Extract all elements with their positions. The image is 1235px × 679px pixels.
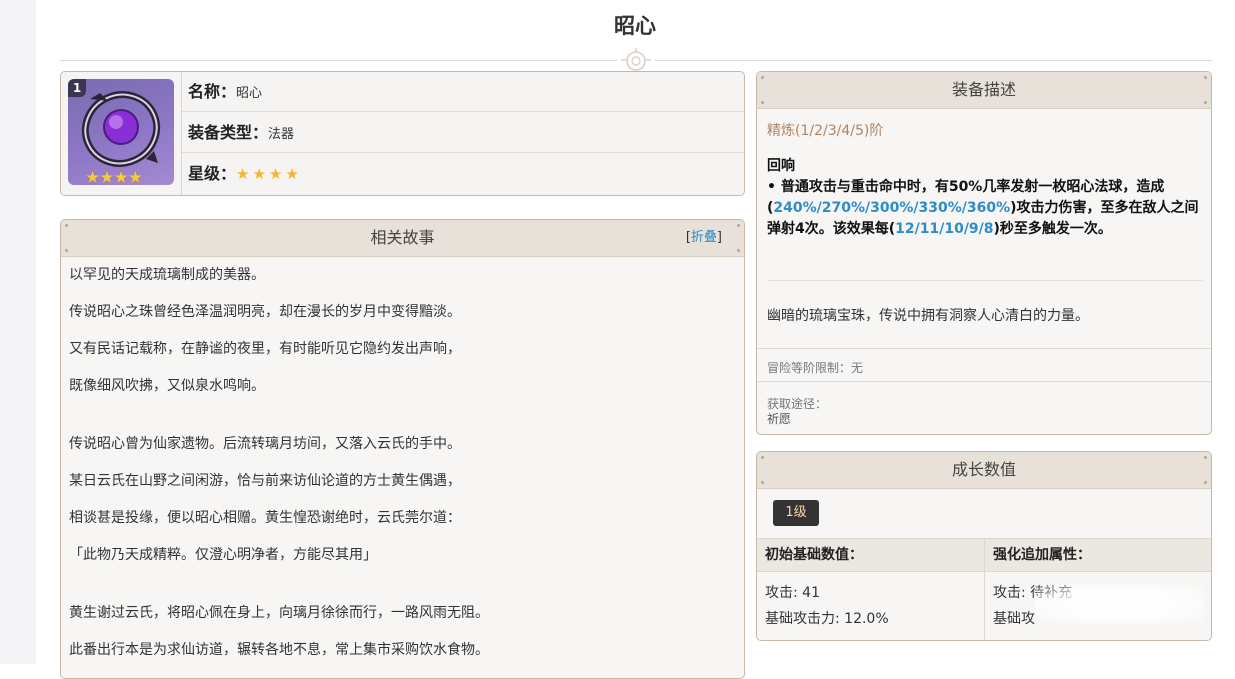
story-body: 以罕见的天成琉璃制成的美器。传说昭心之珠曾经色泽温润明亮，却在漫长的岁月中变得黯… (61, 257, 744, 660)
star-icon: ★ (252, 165, 266, 183)
story-line: 传说昭心之珠曾经色泽温润明亮，却在漫长的岁月中变得黯淡。 (69, 304, 461, 320)
base-attack: 攻击: 41 (765, 585, 820, 601)
weapon-icon: 1 ★★★★ (68, 79, 174, 185)
icon-rarity-stars: ★★★★ (85, 168, 143, 185)
story-paragraph-gap (69, 582, 744, 603)
name-value: 昭心 (236, 86, 263, 101)
watermark (1035, 584, 1205, 624)
name-label: 名称： (188, 82, 237, 101)
base-substat: 基础攻击力: 12.0% (765, 611, 889, 627)
story-line: 既像细风吹拂，又似泉水鸣响。 (69, 378, 265, 394)
divider (757, 381, 1211, 382)
story-line: 「此物乃天成精粹。仅澄心明净者，方能尽其用」 (69, 547, 377, 563)
divider (767, 280, 1203, 281)
fold-link[interactable]: 折叠 (691, 230, 717, 245)
story-header: 相关故事 [折叠] (61, 220, 744, 257)
rank-limit: 冒险等阶限制：无 (767, 361, 864, 375)
base-stats-column: 初始基础数值： 攻击: 41 基础攻击力: 12.0% (757, 539, 984, 632)
story-line: 某日云氏在山野之间闲游，恰与前来访仙论道的方士黄生偶遇， (69, 473, 461, 489)
cooldown-values: 12/11/10/9/8 (895, 221, 994, 237)
story-line: 又有民话记载称，在静谧的夜里，有时能听见它隐约发出声响， (69, 341, 461, 357)
info-row-type: 装备类型：法器 (182, 113, 744, 153)
type-label: 装备类型： (188, 123, 269, 142)
description-title: 装备描述 (951, 80, 1016, 99)
left-sidebar-strip (0, 0, 36, 664)
effect-text: • 普通攻击与重击命中时，有50%几率发射一枚昭心法球，造成(240%/270%… (767, 179, 1199, 237)
base-stats-header: 初始基础数值： (757, 539, 984, 572)
story-line: 此番出行本是为求仙访道，辗转各地不息，常上集市采购饮水食物。 (69, 642, 489, 658)
description-header: 装备描述 (757, 72, 1211, 109)
rarity-stars: ★ ★ ★ ★ (236, 164, 302, 183)
story-line: 传说昭心曾为仙家遗物。后流转璃月坊间，又落入云氏的手中。 (69, 436, 461, 452)
stats-title: 成长数值 (951, 460, 1016, 479)
damage-values: 240%/270%/300%/330%/360% (773, 200, 1011, 216)
info-row-name: 名称：昭心 (182, 72, 744, 112)
weapon-icon-cell: 1 ★★★★ (61, 72, 182, 195)
story-line: 相谈甚是投缘，便以昭心相赠。黄生惶恐谢绝时，云氏莞尔道： (69, 510, 461, 526)
info-row-rarity: 星级：★ ★ ★ ★ (182, 154, 744, 194)
story-line: 以罕见的天成琉璃制成的美器。 (69, 267, 265, 283)
rarity-label: 星级： (188, 164, 237, 183)
source-value: 祈愿 (767, 412, 792, 426)
type-value: 法器 (268, 127, 295, 142)
story-paragraph-gap (69, 413, 744, 434)
page-title: 昭心 (614, 14, 656, 38)
flavor-text: 幽暗的琉璃宝珠，传说中拥有洞察人心清白的力量。 (767, 308, 1089, 324)
stats-header: 成长数值 (757, 452, 1211, 489)
ornament-icon (617, 46, 655, 72)
bonus-stats-header: 强化追加属性： (985, 539, 1211, 572)
divider (757, 348, 1211, 349)
stats-table: 初始基础数值： 攻击: 41 基础攻击力: 12.0% 强化追加属性： 攻击: … (757, 538, 1211, 640)
level-select-button[interactable]: 1级 (773, 500, 819, 526)
level-badge: 1 (68, 79, 86, 97)
description-panel: 装备描述 精炼(1/2/3/4/5)阶 回响 • 普通攻击与重击命中时，有50%… (756, 71, 1212, 435)
star-icon: ★ (285, 165, 299, 183)
story-panel: 相关故事 [折叠] 以罕见的天成琉璃制成的美器。传说昭心之珠曾经色泽温润明亮，却… (60, 219, 745, 679)
effect-title: 回响 (767, 158, 795, 174)
passive-effect: 回响 • 普通攻击与重击命中时，有50%几率发射一枚昭心法球，造成(240%/2… (767, 156, 1203, 240)
story-title: 相关故事 (370, 228, 435, 247)
fold-toggle[interactable]: [折叠] (686, 220, 722, 256)
star-icon: ★ (236, 165, 250, 183)
base-stats-values: 攻击: 41 基础攻击力: 12.0% (757, 572, 984, 632)
refinement-text: 精炼(1/2/3/4/5)阶 (767, 123, 884, 139)
star-icon: ★ (268, 165, 283, 183)
story-line: 黄生谢过云氏，将昭心佩在身上，向璃月徐徐而行，一路风雨无阻。 (69, 605, 489, 621)
weapon-info-panel: 1 ★★★★ 名称：昭心 装备类型：法器 星级：★ ★ ★ ★ (60, 71, 745, 196)
